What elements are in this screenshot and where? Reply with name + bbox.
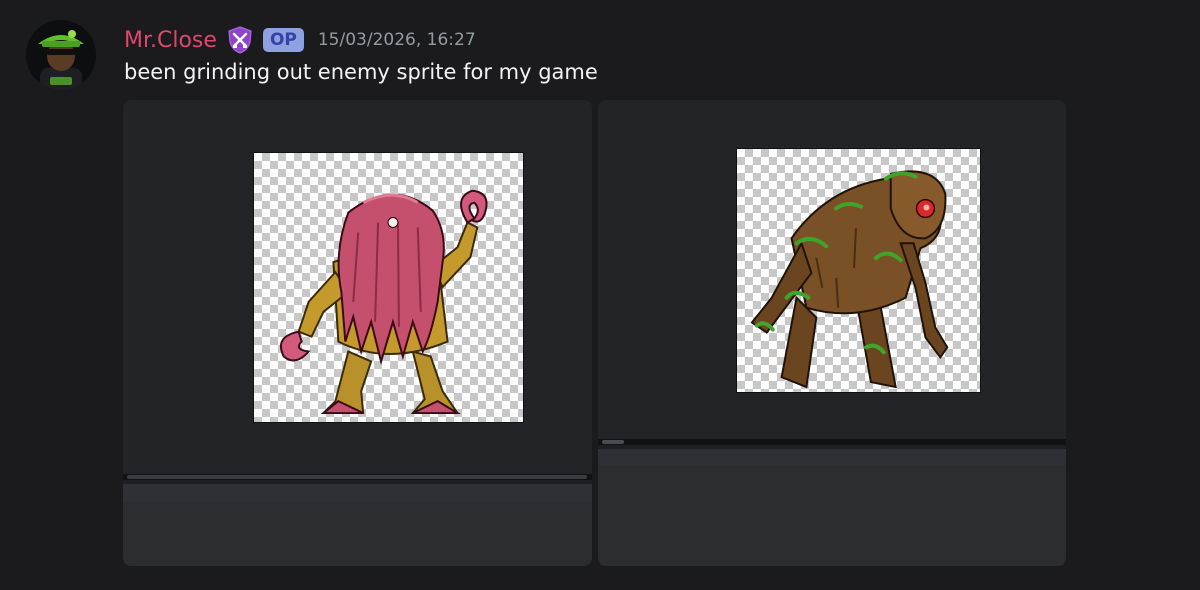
scrollbar-thumb[interactable]	[127, 475, 587, 479]
message-timestamp[interactable]: 15/03/2026, 16:27	[318, 30, 476, 50]
attachment-footer	[123, 502, 592, 566]
op-badge: OP	[262, 28, 304, 52]
message-content: been grinding out enemy sprite for my ga…	[124, 60, 598, 84]
sprite-image[interactable]	[736, 148, 981, 393]
avatar-character-icon	[26, 20, 96, 90]
sprite-image[interactable]	[253, 152, 524, 423]
mossy-tree-golem-icon	[750, 170, 949, 389]
chat-message: Mr.Close OP 15/03/2026, 16:27 been grind…	[0, 0, 1200, 590]
pink-tentacled-yellow-creature-icon	[279, 189, 488, 415]
scrollbar-thumb[interactable]	[602, 440, 624, 444]
user-avatar[interactable]	[26, 20, 96, 90]
image-attachment-2[interactable]	[598, 100, 1066, 566]
attachment-footer-bar	[598, 449, 1066, 465]
username[interactable]: Mr.Close	[124, 28, 217, 53]
message-header: Mr.Close OP 15/03/2026, 16:27	[124, 24, 476, 56]
image-attachment-1[interactable]	[123, 100, 592, 566]
attachment-footer-bar	[123, 484, 592, 502]
guild-tag-shield-icon[interactable]	[227, 26, 253, 54]
attachment-footer	[598, 465, 1066, 566]
